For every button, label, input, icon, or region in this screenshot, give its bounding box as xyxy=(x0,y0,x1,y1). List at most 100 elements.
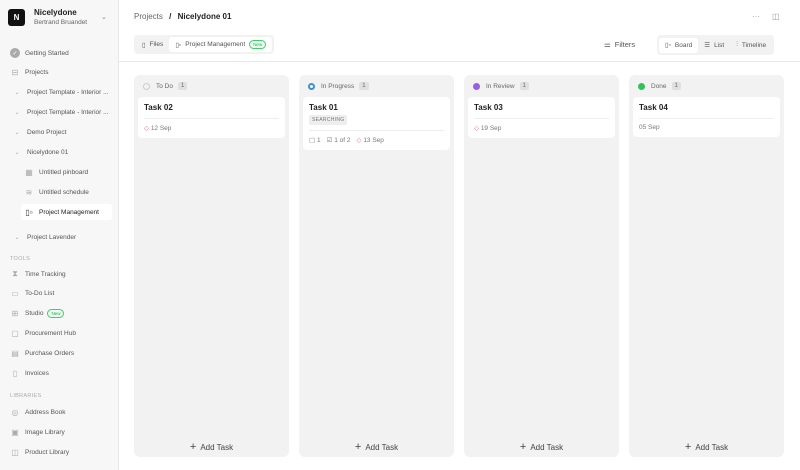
status-done-icon xyxy=(638,82,645,90)
view-label: Board xyxy=(674,41,693,49)
sidebar-item-invoices[interactable]: ▯ Invoices xyxy=(0,366,119,380)
timeline-icon: ⫶ xyxy=(736,41,738,48)
sidebar-item-label: Untitled pinboard xyxy=(39,168,89,176)
tab-project-management[interactable]: ▯▫ Project Management New xyxy=(169,37,273,52)
add-task-button[interactable]: + Add Task xyxy=(299,441,454,453)
sliders-icon: ⚌ xyxy=(604,40,611,49)
add-task-button[interactable]: + Add Task xyxy=(464,441,619,453)
sidebar-item-project-management[interactable]: ▯▫ Project Management xyxy=(21,204,112,220)
board-icon: ▯▫ xyxy=(175,41,182,49)
workspace-switcher[interactable]: N Nicelydone Bertrand Bruandet xyxy=(8,8,87,26)
sidebar-item-label: Project Management xyxy=(39,208,99,216)
sidebar-item-label: Invoices xyxy=(25,369,49,377)
sidebar-item-label: Image Library xyxy=(25,428,65,436)
board-icon: ▯▫ xyxy=(25,207,33,217)
column-in-review: In Review 1 Task 03 ◇ 19 Sep + Add Task xyxy=(464,75,619,457)
more-icon[interactable]: ··· xyxy=(752,12,760,21)
sidebar-project-nicelydone[interactable]: ⌄ Nicelydone 01 xyxy=(0,145,119,159)
sidebar-item-label: Purchase Orders xyxy=(25,349,75,357)
layers-icon: ≋ xyxy=(25,187,33,197)
procurement-icon: ▢ xyxy=(11,328,19,338)
due-date-icon: ◇ xyxy=(356,137,362,144)
tab-label: Files xyxy=(149,41,164,48)
sidebar-item-address-book[interactable]: ◎ Address Book xyxy=(0,405,119,419)
chevron-down-icon: ⌄ xyxy=(14,89,20,96)
briefcase-icon: ⊟ xyxy=(11,67,19,77)
workspace-name: Nicelydone xyxy=(34,8,77,17)
chevron-down-icon[interactable]: ⌄ xyxy=(101,13,107,21)
tools-heading: TOOLS xyxy=(10,256,31,262)
task-title: Task 04 xyxy=(639,103,668,112)
sidebar-project-lavender[interactable]: ⌄ Project Lavender xyxy=(0,230,119,244)
new-badge: New xyxy=(249,40,267,49)
chevron-down-icon: ⌄ xyxy=(14,149,20,156)
sidebar-project-1[interactable]: ⌄ Project Template - Interior ... xyxy=(0,85,119,99)
contact-icon: ◎ xyxy=(11,407,19,417)
sidebar-project-demo[interactable]: ⌄ Demo Project xyxy=(0,125,119,139)
status-in-review-icon xyxy=(473,82,480,90)
sidebar-item-schedule[interactable]: ≋ Untitled schedule xyxy=(0,185,119,199)
view-list[interactable]: ☰ List xyxy=(698,38,730,53)
add-task-button[interactable]: + Add Task xyxy=(629,441,784,453)
plus-icon: + xyxy=(684,441,692,453)
new-badge: New xyxy=(47,308,65,318)
column-in-progress: In Progress 1 Task 01 SEARCHING ▢ 1 ☑ 1 of… xyxy=(299,75,454,457)
card-icon: ▤ xyxy=(11,348,19,358)
breadcrumb-current: Nicelydone 01 xyxy=(177,12,232,21)
sidebar-item-purchase-orders[interactable]: ▤ Purchase Orders xyxy=(0,346,119,360)
sidebar-item-label: Project Template - Interior ... xyxy=(27,88,109,96)
add-task-label: Add Task xyxy=(695,443,729,452)
workspace-logo: N xyxy=(8,8,25,26)
sidebar-item-projects[interactable]: ⊟ Projects xyxy=(0,65,119,79)
comment-icon: ▢ xyxy=(309,137,316,144)
sidebar-item-studio[interactable]: ⊞ Studio New xyxy=(0,306,119,320)
hourglass-icon: ⧗ xyxy=(12,269,18,278)
sidebar-item-getting-started[interactable]: ✓ Getting Started xyxy=(0,46,119,60)
add-task-label: Add Task xyxy=(530,443,564,452)
plus-icon: + xyxy=(189,441,197,453)
add-task-button[interactable]: + Add Task xyxy=(134,441,289,453)
sidebar-item-image-library[interactable]: ▣ Image Library xyxy=(0,425,119,439)
column-todo: To Do 1 Task 02 ◇ 12 Sep + Add Task xyxy=(134,75,289,457)
sidebar-item-procurement[interactable]: ▢ Procurement Hub xyxy=(0,326,119,340)
column-count: 1 xyxy=(359,82,369,90)
task-title: Task 03 xyxy=(474,103,503,112)
task-card[interactable]: Task 02 ◇ 12 Sep xyxy=(138,97,285,138)
filters-label: Filters xyxy=(614,40,636,49)
sidebar-item-todo[interactable]: ▭ To-Do List xyxy=(0,286,119,300)
sidebar-project-2[interactable]: ⌄ Project Template - Interior ... xyxy=(0,105,119,119)
filters-button[interactable]: ⚌ Filters xyxy=(604,40,635,49)
sidebar-item-product-library[interactable]: ◫ Product Library xyxy=(0,445,119,459)
breadcrumb: Projects / Nicelydone 01 xyxy=(134,12,231,21)
due-date: 05 Sep xyxy=(639,124,660,131)
sidebar-item-label: Demo Project xyxy=(27,128,67,136)
pinboard-icon: ▦ xyxy=(25,167,33,177)
tab-files[interactable]: ▯ Files xyxy=(136,37,169,52)
breadcrumb-projects[interactable]: Projects xyxy=(134,12,163,21)
column-title: Done xyxy=(651,82,667,90)
image-icon: ▣ xyxy=(11,427,19,437)
view-timeline[interactable]: ⫶ Timeline xyxy=(730,38,772,53)
comment-count: 1 xyxy=(316,137,321,144)
sidebar-item-label: Time Tracking xyxy=(25,270,66,278)
sidebar-item-label: Getting Started xyxy=(25,49,69,57)
sidebar-item-time-tracking[interactable]: ⧗ Time Tracking xyxy=(0,267,119,281)
task-card[interactable]: Task 03 ◇ 19 Sep xyxy=(468,97,615,138)
add-task-label: Add Task xyxy=(200,443,234,452)
sidebar-item-label: Project Lavender xyxy=(27,233,77,241)
column-count: 1 xyxy=(671,82,681,90)
chevron-down-icon: ⌄ xyxy=(14,129,20,136)
sidebar-item-label: Address Book xyxy=(25,408,66,416)
column-count: 1 xyxy=(177,82,188,90)
header-divider xyxy=(119,61,800,62)
checklist-icon: ☑ xyxy=(326,137,333,144)
checklist-progress: 1 of 2 xyxy=(334,137,351,144)
sidebar-item-pinboard[interactable]: ▦ Untitled pinboard xyxy=(0,165,119,179)
view-board[interactable]: ▯▫ Board xyxy=(659,37,699,53)
grid-icon: ⊞ xyxy=(11,308,19,318)
sidebar-item-label: To-Do List xyxy=(25,289,55,297)
task-card[interactable]: Task 04 05 Sep xyxy=(633,97,780,137)
task-card[interactable]: Task 01 SEARCHING ▢ 1 ☑ 1 of 2 ◇ 13 Sep xyxy=(303,97,450,150)
libraries-heading: LIBRARIES xyxy=(10,393,42,399)
panel-toggle-icon[interactable]: ◫ xyxy=(772,12,780,21)
